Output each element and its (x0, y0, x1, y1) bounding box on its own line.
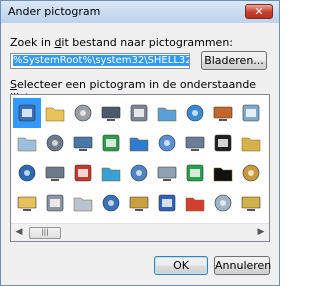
calendar-icon (158, 134, 176, 152)
help-icon (158, 194, 176, 212)
icon-cell[interactable] (69, 98, 97, 128)
icon-cell[interactable] (153, 128, 181, 158)
arrow-back-icon (186, 164, 204, 182)
icon-cell[interactable] (209, 188, 237, 218)
horizontal-scrollbar[interactable]: ◀ ||| ▶ (11, 223, 269, 241)
help-globe-icon (101, 167, 121, 182)
icon-cell[interactable] (209, 98, 237, 128)
icon-cell[interactable] (125, 158, 153, 188)
card-icon (186, 104, 204, 122)
icon-cell[interactable] (153, 98, 181, 128)
clock-page-icon (157, 107, 177, 122)
close-button[interactable]: ✕ (245, 4, 273, 19)
printer-icon (130, 104, 148, 122)
file-path-input[interactable]: %SystemRoot%\system32\SHELL32.dll (10, 53, 190, 69)
icon-cell[interactable] (237, 128, 265, 158)
dialog-window: Ander pictogram ✕ Zoek in dit bestand na… (0, 0, 280, 286)
folder-open-icon (17, 196, 37, 211)
icon-cell[interactable] (97, 158, 125, 188)
document-window-icon (18, 104, 36, 122)
icon-cell[interactable] (181, 188, 209, 218)
icon-cell[interactable] (237, 98, 265, 128)
globe-icon (102, 134, 120, 152)
icon-cell[interactable] (153, 158, 181, 188)
title-bar[interactable]: Ander pictogram ✕ (1, 1, 279, 23)
icon-cell[interactable] (97, 128, 125, 158)
icon-cell[interactable] (209, 128, 237, 158)
window-frame-icon (18, 164, 36, 182)
optical-drive-icon (46, 194, 64, 212)
icon-cell[interactable] (237, 158, 265, 188)
cd-disk-icon (73, 197, 93, 212)
icon-cell[interactable] (69, 188, 97, 218)
icon-cell[interactable] (41, 188, 69, 218)
icon-cell[interactable] (13, 158, 41, 188)
tool-folder-icon (241, 196, 261, 211)
scroll-thumb[interactable]: ||| (29, 227, 61, 239)
grid-page-icon (129, 196, 149, 211)
network-monitor-icon (102, 194, 120, 212)
shortcut-small-icon (214, 134, 232, 152)
ok-button[interactable]: OK (154, 256, 208, 275)
scroll-left-icon[interactable]: ◀ (12, 227, 26, 237)
network-globe-icon (129, 137, 149, 152)
folder-icon (45, 107, 65, 122)
photo-icon (242, 164, 260, 182)
cancel-button[interactable]: Annuleren (214, 256, 271, 275)
chip-icon (101, 106, 121, 121)
arrow-swap-icon (213, 106, 233, 121)
icon-cell[interactable] (69, 158, 97, 188)
icon-cell[interactable] (97, 98, 125, 128)
users-icon (130, 164, 148, 182)
icon-list[interactable]: ◀ ||| ▶ (10, 94, 270, 242)
disk-drive-icon (45, 166, 65, 181)
icon-cell[interactable] (41, 128, 69, 158)
icon-cell[interactable] (41, 158, 69, 188)
browse-button[interactable]: Bladeren... (201, 51, 267, 70)
icon-cell[interactable] (125, 98, 153, 128)
window-title: Ander pictogram (8, 5, 101, 18)
network-server-icon (46, 134, 64, 152)
computer-icon (73, 136, 93, 151)
dialog-body: Zoek in dit bestand naar pictogrammen: %… (6, 24, 274, 281)
drive-icon (74, 104, 92, 122)
icon-cell[interactable] (181, 128, 209, 158)
desktop-folder-icon (241, 137, 261, 152)
black-small-icon (213, 167, 233, 182)
close-icon: ✕ (254, 5, 264, 18)
power-icon (185, 197, 205, 212)
icon-cell[interactable] (41, 98, 69, 128)
monitor-icon (185, 136, 205, 151)
remove-drive-icon (74, 164, 92, 182)
icon-cell[interactable] (13, 128, 41, 158)
scroll-right-icon[interactable]: ▶ (254, 227, 268, 237)
trash-icon (214, 194, 232, 212)
icon-cell[interactable] (13, 188, 41, 218)
icon-cell[interactable] (181, 98, 209, 128)
icon-grid (13, 98, 265, 218)
icon-cell[interactable] (209, 158, 237, 188)
icon-cell[interactable] (13, 98, 41, 128)
icon-cell[interactable] (69, 128, 97, 158)
icon-cell[interactable] (153, 188, 181, 218)
recycle-bin-icon (242, 104, 260, 122)
icon-cell[interactable] (237, 188, 265, 218)
icon-cell[interactable] (125, 128, 153, 158)
magnifier-icon (157, 166, 177, 181)
icon-cell[interactable] (181, 158, 209, 188)
file-label: Zoek in dit bestand naar pictogrammen: (10, 36, 233, 49)
icon-cell[interactable] (97, 188, 125, 218)
notepad-icon (17, 137, 37, 152)
icon-cell[interactable] (125, 188, 153, 218)
